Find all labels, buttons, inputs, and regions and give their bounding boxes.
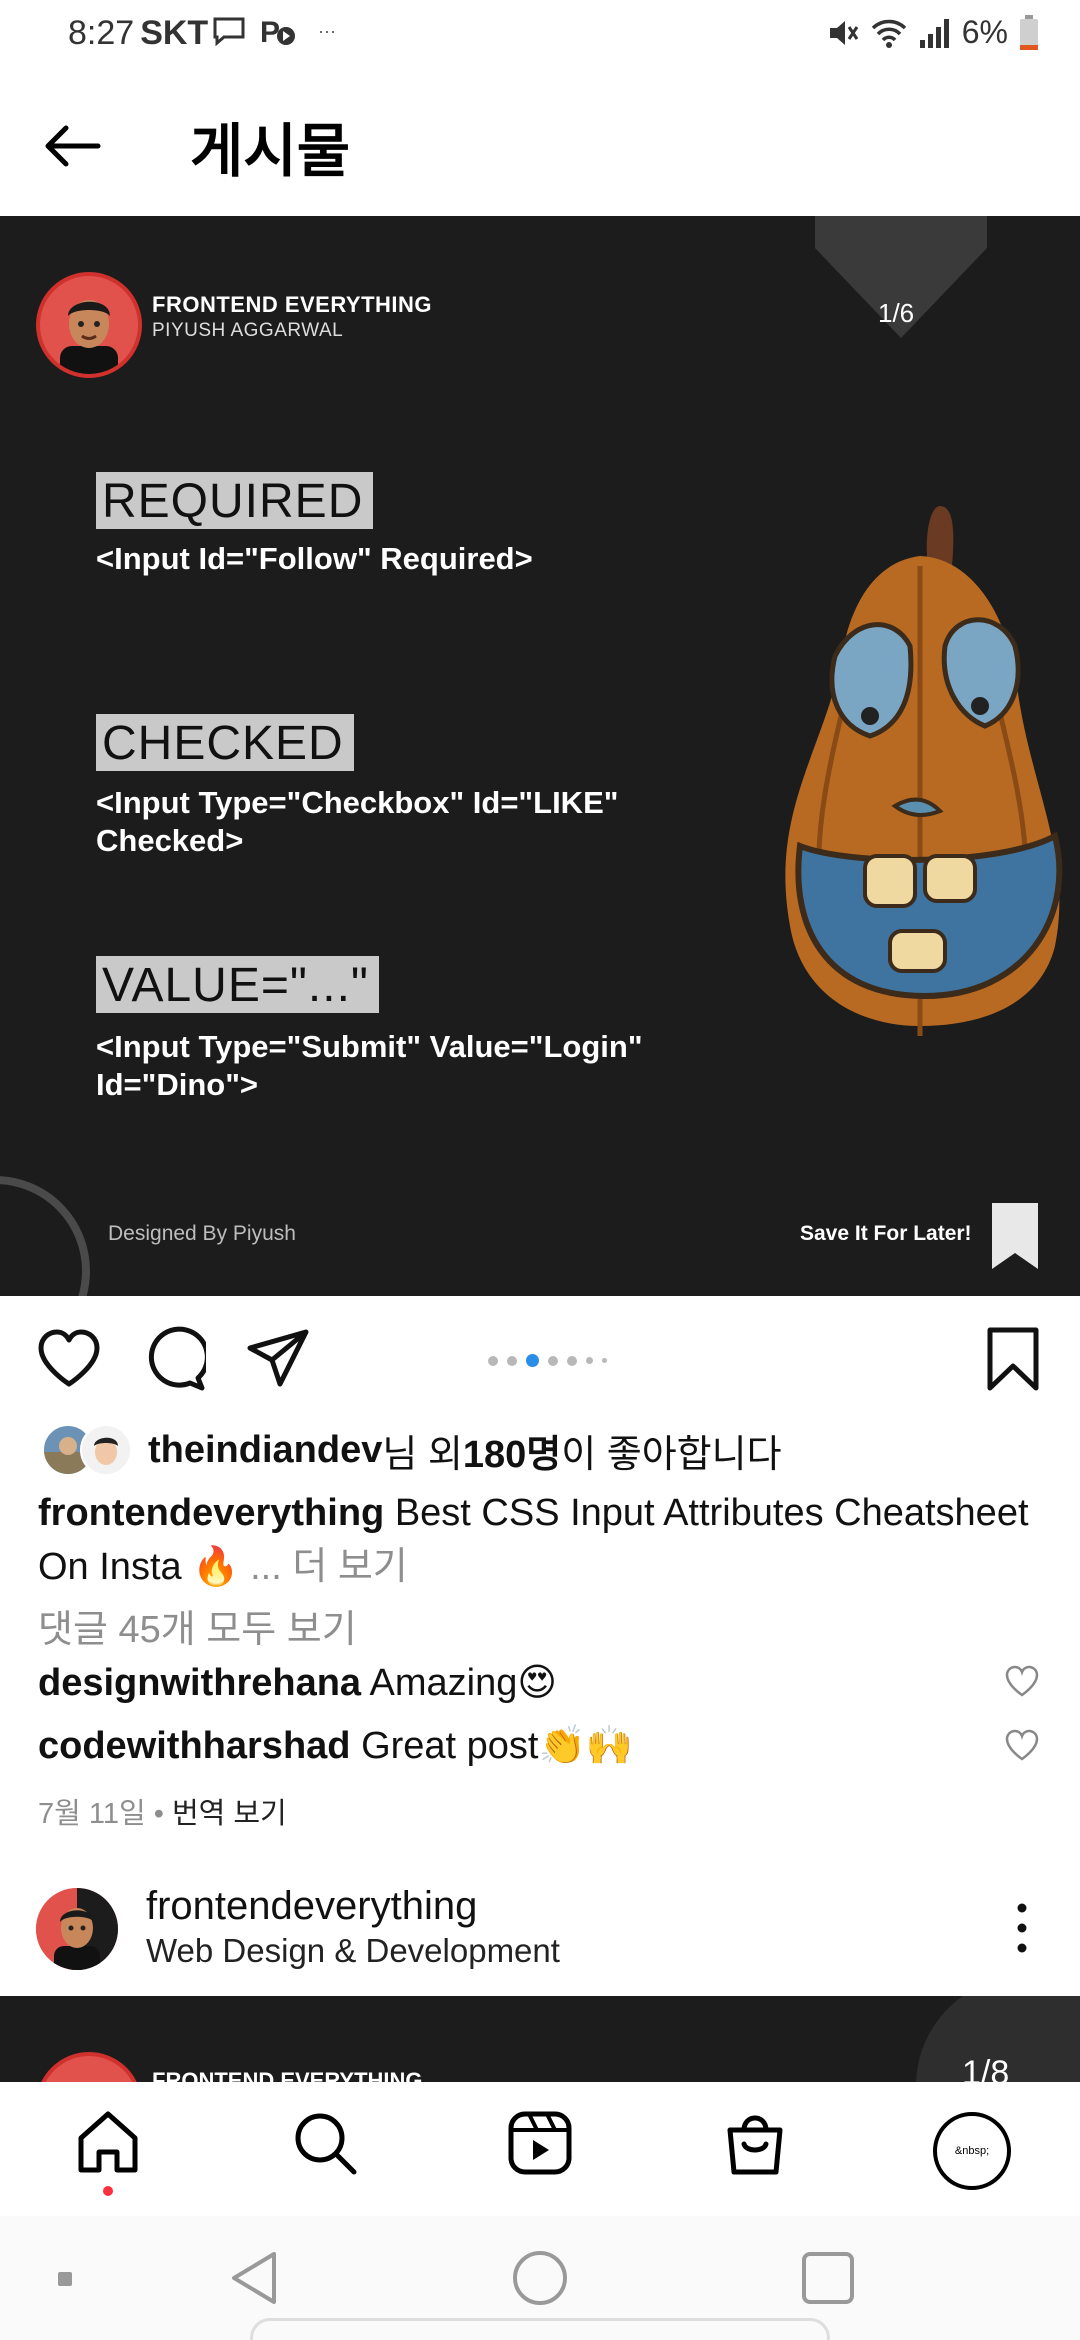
page-title: 게시물 <box>190 119 351 184</box>
carousel-dot <box>567 1355 577 1366</box>
next-brand-avatar <box>36 2052 142 2082</box>
battery-icon <box>1020 14 1038 50</box>
system-nav-bar <box>0 2216 1080 2340</box>
profile-icon[interactable]: &nbsp; <box>933 2112 1011 2190</box>
comment-row: codewithharshad Great post👏🙌 <box>38 1724 633 1768</box>
attr-code-checked: <Input Type="Checkbox" Id="LIKE" Checked… <box>96 785 619 858</box>
carousel-dot-active <box>526 1354 539 1367</box>
comment-text: Amazing😍 <box>369 1662 557 1704</box>
fire-emoji: 🔥 <box>192 1546 240 1588</box>
slide-counter: 1/6 <box>878 298 915 328</box>
comment-row: designwithrehana Amazing😍 <box>38 1660 557 1705</box>
message-icon <box>213 17 245 46</box>
wifi-icon <box>871 19 906 48</box>
share-icon[interactable] <box>246 1326 312 1392</box>
account-description: Web Design & Development <box>146 1932 560 1969</box>
system-home-icon[interactable] <box>510 2248 570 2308</box>
carousel-indicator <box>488 1354 607 1367</box>
arc-decoration <box>0 1176 90 1296</box>
search-icon[interactable] <box>290 2108 360 2178</box>
overflow-indicator: ··· <box>318 20 336 41</box>
attr-label-value: VALUE="..." <box>96 956 379 1013</box>
view-all-comments[interactable]: 댓글 45개 모두 보기 <box>38 1598 357 1653</box>
comment-user[interactable]: designwithrehana <box>38 1662 361 1704</box>
app-header: 게시물 <box>0 70 1080 216</box>
clock: 8:27 <box>68 14 135 52</box>
back-arrow-icon[interactable] <box>40 114 104 178</box>
bookmark-decoration-icon <box>992 1203 1038 1269</box>
carousel-dot <box>586 1357 593 1364</box>
account-avatar[interactable] <box>36 1888 118 1970</box>
likes-count[interactable]: 180명 <box>463 1423 561 1478</box>
avatar-face-icon <box>36 1888 118 1970</box>
liker-avatars <box>42 1424 138 1476</box>
next-brand-title: FRONTEND EVERYTHING <box>152 2068 423 2082</box>
next-post-preview[interactable]: FRONTEND EVERYTHING 1/8 <box>0 1996 1080 2082</box>
comment-like-icon[interactable] <box>1004 1664 1040 1698</box>
carrier: SKT <box>140 14 209 52</box>
next-post-header[interactable]: frontendeverything Web Design & Developm… <box>0 1880 1080 1990</box>
carousel-dot <box>548 1355 558 1366</box>
post-actions <box>0 1296 1080 1416</box>
more-options-icon[interactable] <box>1004 1898 1040 1958</box>
avatar-face-icon <box>60 300 118 374</box>
likes-mid: 님 외 <box>382 1433 463 1476</box>
post-image[interactable]: FRONTEND EVERYTHING PIYUSH AGGARWAL 1/6 … <box>0 216 1080 1296</box>
pumpkin-illustration <box>785 506 1063 1036</box>
system-back-icon[interactable] <box>226 2248 286 2308</box>
comment-icon[interactable] <box>140 1326 206 1392</box>
attr-label-required: REQUIRED <box>96 472 374 529</box>
notification-icons: P ··· <box>212 14 336 48</box>
brand-avatar <box>36 272 142 378</box>
brand-title: FRONTEND EVERYTHING <box>152 292 433 317</box>
caption: frontendeverything Best CSS Input Attrib… <box>38 1486 1048 1594</box>
status-bar: 8:27 SKT P ··· 6% <box>0 0 1080 70</box>
post-date: 7월 11일 <box>38 1798 146 1830</box>
next-slide-counter: 1/8 <box>962 2054 1010 2082</box>
brand-subtitle: PIYUSH AGGARWAL <box>152 320 344 341</box>
save-later-text: Save It For Later! <box>800 1222 972 1245</box>
attr-code-value: <Input Type="Submit" Value="Login" Id="D… <box>96 1029 643 1102</box>
svg-text:P: P <box>260 16 280 48</box>
attr-code-required: <Input Id="Follow" Required> <box>96 541 533 576</box>
carousel-dot <box>602 1358 607 1363</box>
status-time: 8:27 SKT <box>68 14 208 53</box>
comment-text: Great post👏🙌 <box>361 1725 634 1767</box>
liker-avatar <box>80 1424 132 1476</box>
first-liker[interactable]: theindiandev <box>148 1429 382 1472</box>
shop-icon[interactable] <box>720 2108 790 2178</box>
carousel-dot <box>507 1355 517 1366</box>
comment-user[interactable]: codewithharshad <box>38 1725 351 1767</box>
bottom-nav: &nbsp; <box>0 2082 1080 2216</box>
comment-like-icon[interactable] <box>1004 1728 1040 1762</box>
home-icon[interactable] <box>73 2108 143 2178</box>
more-link[interactable]: ... 더 보기 <box>250 1546 408 1588</box>
likes-tail: 이 좋아합니다 <box>561 1433 782 1476</box>
mute-icon <box>829 20 858 45</box>
battery-percent: 6% <box>961 14 1008 50</box>
gesture-bar[interactable] <box>250 2318 830 2340</box>
meta-separator: • <box>145 1798 172 1830</box>
post-meta: 7월 11일 • 번역 보기 <box>38 1790 287 1832</box>
designed-by: Designed By Piyush <box>108 1222 296 1245</box>
p-badge-icon: P <box>260 16 295 48</box>
translate-link[interactable]: 번역 보기 <box>172 1798 287 1830</box>
reels-icon[interactable] <box>505 2108 575 2178</box>
signal-icon <box>919 18 949 48</box>
profile-text: &nbsp; <box>954 2145 990 2157</box>
caption-username[interactable]: frontendeverything <box>38 1492 384 1534</box>
likes-row[interactable]: theindiandev 님 외 180명 이 좋아합니다 <box>42 1420 782 1480</box>
bookmark-icon[interactable] <box>980 1326 1046 1392</box>
home-notification-dot <box>103 2186 113 2196</box>
account-name[interactable]: frontendeverything <box>146 1884 477 1929</box>
system-recents-icon[interactable] <box>798 2248 858 2308</box>
system-status: 6% <box>826 14 1040 51</box>
recent-dot-icon <box>58 2272 72 2286</box>
attr-label-checked: CHECKED <box>96 714 354 771</box>
heart-icon[interactable] <box>36 1326 102 1392</box>
carousel-dot <box>488 1355 498 1366</box>
